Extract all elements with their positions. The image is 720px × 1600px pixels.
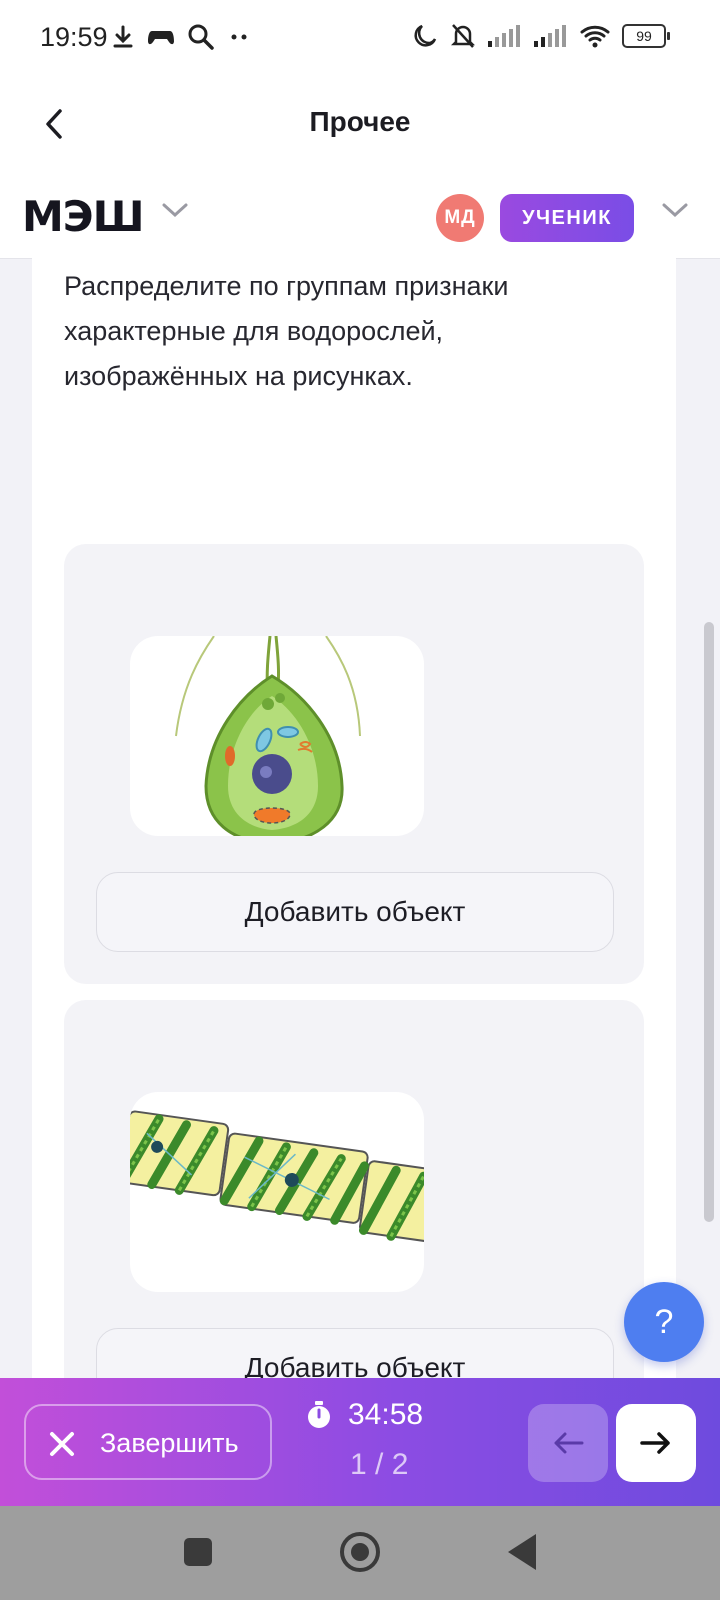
more-dots-icon xyxy=(231,34,247,40)
drop-group-1[interactable]: Добавить объект xyxy=(64,544,644,984)
battery-indicator: 99 xyxy=(622,24,670,48)
mesh-logo[interactable]: МЭШ xyxy=(22,192,145,241)
stopwatch-icon xyxy=(308,1401,330,1428)
status-bar: 19:59 99 xyxy=(0,0,720,76)
page-title: Прочее xyxy=(309,106,411,137)
system-nav-bar xyxy=(0,1506,720,1600)
arrow-left-icon xyxy=(554,1432,584,1454)
prev-button[interactable] xyxy=(528,1404,608,1482)
next-button[interactable] xyxy=(616,1404,696,1482)
title-bar: Прочее xyxy=(0,76,720,176)
bottom-action-bar: Завершить 34:58 1 / 2 xyxy=(0,1378,720,1506)
avatar[interactable]: МД xyxy=(436,194,484,242)
system-back-button[interactable] xyxy=(508,1534,536,1570)
finish-label: Завершить xyxy=(100,1428,239,1458)
alga-image-chlamydomonas xyxy=(130,636,424,836)
status-time: 19:59 xyxy=(40,22,108,52)
status-icons-right: 99 xyxy=(412,22,670,50)
signal-icon xyxy=(488,25,520,47)
close-icon xyxy=(50,1432,74,1456)
timer-value: 34:58 xyxy=(348,1398,424,1431)
wifi-icon xyxy=(580,25,610,48)
add-object-button[interactable]: Добавить объект xyxy=(96,872,614,952)
alga-image-spirogyra xyxy=(130,1092,424,1292)
question-text: Распределите по группам признаки характе… xyxy=(64,271,509,391)
app-header: МЭШ МД УЧЕНИК xyxy=(0,176,720,259)
chevron-down-icon[interactable] xyxy=(660,200,690,220)
timer: 34:58 xyxy=(306,1398,423,1432)
search-icon xyxy=(188,24,214,50)
gamepad-icon xyxy=(148,31,174,45)
arrow-right-icon xyxy=(640,1432,670,1454)
recents-button[interactable] xyxy=(184,1538,212,1566)
scrollbar[interactable] xyxy=(704,622,714,1222)
download-icon xyxy=(113,25,133,48)
status-icons-left xyxy=(112,24,250,50)
home-button[interactable] xyxy=(340,1532,380,1572)
chevron-down-icon[interactable] xyxy=(160,200,190,220)
question-counter: 1 / 2 xyxy=(350,1448,409,1481)
moon-icon xyxy=(414,24,437,47)
finish-button[interactable]: Завершить xyxy=(24,1404,272,1480)
help-button[interactable]: ? xyxy=(624,1282,704,1362)
signal-icon-2 xyxy=(534,25,566,47)
role-badge[interactable]: УЧЕНИК xyxy=(500,194,634,242)
drop-group-2[interactable]: Добавить объект xyxy=(64,1000,644,1420)
bell-off-icon xyxy=(450,24,476,48)
